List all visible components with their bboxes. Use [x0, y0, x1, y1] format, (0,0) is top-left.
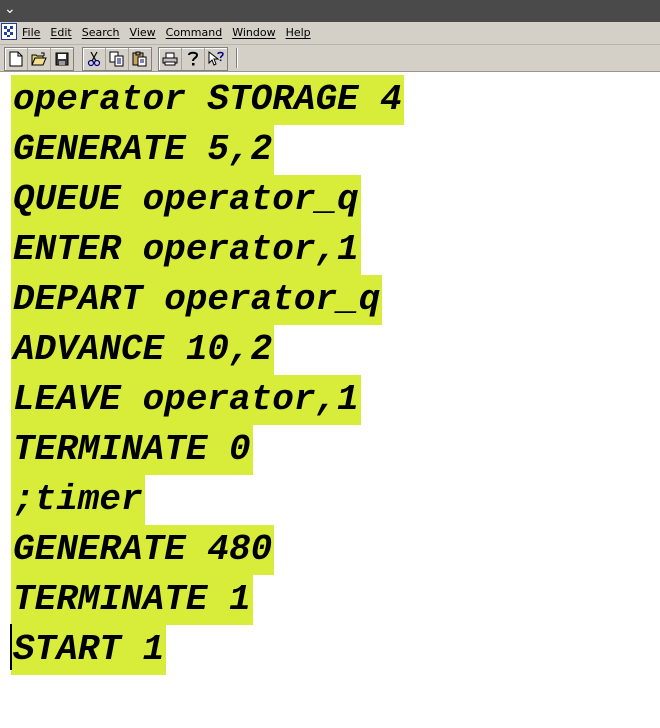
- cut-button[interactable]: [83, 48, 106, 70]
- chevron-down-icon[interactable]: ⌄: [4, 2, 16, 16]
- paste-button[interactable]: [129, 48, 151, 70]
- code-line-text: TERMINATE 0: [11, 425, 253, 475]
- code-line: TERMINATE 0: [11, 425, 404, 475]
- menu-file[interactable]: File: [22, 25, 40, 41]
- code-line-text: GENERATE 480: [11, 525, 275, 575]
- code-line: TERMINATE 1: [11, 575, 404, 625]
- code-line-text: LEAVE operator,1: [11, 375, 361, 425]
- open-file-button[interactable]: [28, 48, 51, 70]
- code-line: GENERATE 480: [11, 525, 404, 575]
- new-icon: [9, 51, 23, 67]
- code-line: operator STORAGE 4: [11, 75, 404, 125]
- paste-icon: [132, 51, 147, 67]
- code-line: GENERATE 5,2: [11, 125, 404, 175]
- cut-icon: [87, 51, 101, 67]
- print-button[interactable]: [159, 48, 182, 70]
- print-icon: [162, 52, 178, 66]
- window-top-strip: ⌄: [0, 0, 660, 22]
- menu-help[interactable]: Help: [286, 25, 311, 41]
- code-line-text: TERMINATE 1: [11, 575, 253, 625]
- code-line: ENTER operator,1: [11, 225, 404, 275]
- code-line-text: ;timer: [11, 475, 145, 525]
- menu-bar: File Edit Search View Command Window Hel…: [0, 22, 660, 45]
- code-line-text: ENTER operator,1: [11, 225, 361, 275]
- code-line-text: GENERATE 5,2: [11, 125, 275, 175]
- code-lines: operator STORAGE 4 GENERATE 5,2 QUEUE op…: [11, 75, 404, 675]
- code-editor[interactable]: operator STORAGE 4 GENERATE 5,2 QUEUE op…: [0, 72, 660, 728]
- toolbar-edit-group: [82, 47, 152, 71]
- code-line: LEAVE operator,1: [11, 375, 404, 425]
- save-icon: [55, 52, 69, 66]
- code-line-text: DEPART operator_q: [11, 275, 383, 325]
- menu-command[interactable]: Command: [166, 25, 223, 41]
- code-line-text: START 1: [11, 625, 167, 675]
- code-line: START 1: [11, 625, 404, 675]
- help-button[interactable]: [182, 48, 205, 70]
- code-line: ADVANCE 10,2: [11, 325, 404, 375]
- code-line-text: operator STORAGE 4: [11, 75, 404, 125]
- code-line: QUEUE operator_q: [11, 175, 404, 225]
- copy-button[interactable]: [106, 48, 129, 70]
- new-file-button[interactable]: [5, 48, 28, 70]
- app-system-icon[interactable]: [1, 23, 17, 40]
- menu-search[interactable]: Search: [82, 25, 120, 41]
- copy-icon: [109, 51, 124, 67]
- code-line: DEPART operator_q: [11, 275, 404, 325]
- context-help-button[interactable]: [205, 48, 227, 70]
- code-line: ;timer: [11, 475, 404, 525]
- save-file-button[interactable]: [51, 48, 73, 70]
- toolbar-misc-group: [158, 47, 228, 71]
- context-help-icon: [208, 51, 224, 66]
- code-line-text: QUEUE operator_q: [11, 175, 361, 225]
- toolbar: [0, 45, 660, 72]
- open-icon: [31, 52, 47, 66]
- menu-edit[interactable]: Edit: [50, 25, 71, 41]
- text-caret: [10, 624, 12, 670]
- menu-window[interactable]: Window: [232, 25, 275, 41]
- toolbar-separator: [236, 48, 237, 68]
- help-icon: [188, 51, 199, 66]
- menu-view[interactable]: View: [130, 25, 156, 41]
- code-line-text: ADVANCE 10,2: [11, 325, 275, 375]
- toolbar-file-group: [4, 47, 74, 71]
